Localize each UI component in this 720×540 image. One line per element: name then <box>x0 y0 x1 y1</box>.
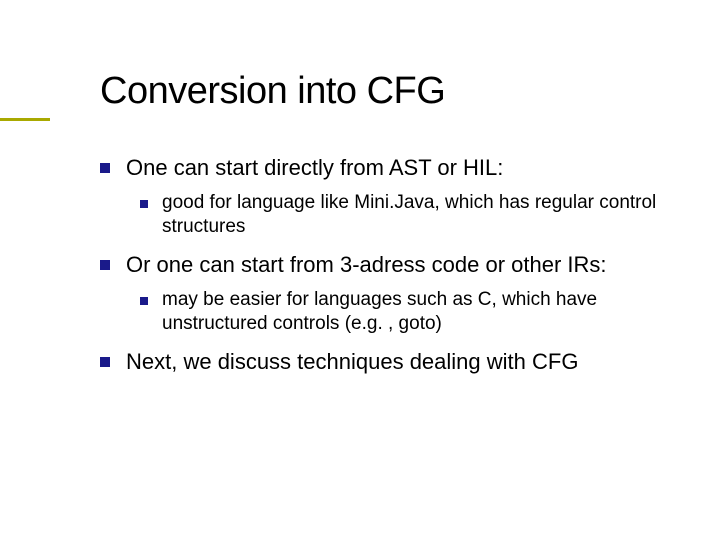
bullet-item: Next, we discuss techniques dealing with… <box>100 347 670 377</box>
title-wrap: Conversion into CFG <box>100 70 670 113</box>
accent-line <box>0 118 50 121</box>
slide-title: Conversion into CFG <box>100 70 670 113</box>
bullet-item: Or one can start from 3-adress code or o… <box>100 250 670 337</box>
bullet-list-level1: One can start directly from AST or HIL: … <box>100 153 670 377</box>
bullet-list-level2: good for language like Mini.Java, which … <box>126 191 670 240</box>
bullet-subtext: good for language like Mini.Java, which … <box>162 192 656 238</box>
bullet-text: One can start directly from AST or HIL: <box>126 155 503 180</box>
bullet-list-level2: may be easier for languages such as C, w… <box>126 288 670 337</box>
bullet-text: Next, we discuss techniques dealing with… <box>126 349 578 374</box>
slide-body: Conversion into CFG One can start direct… <box>0 0 720 423</box>
bullet-subitem: may be easier for languages such as C, w… <box>140 288 670 337</box>
bullet-text: Or one can start from 3-adress code or o… <box>126 252 607 277</box>
bullet-subtext: may be easier for languages such as C, w… <box>162 289 597 335</box>
bullet-item: One can start directly from AST or HIL: … <box>100 153 670 240</box>
bullet-subitem: good for language like Mini.Java, which … <box>140 191 670 240</box>
